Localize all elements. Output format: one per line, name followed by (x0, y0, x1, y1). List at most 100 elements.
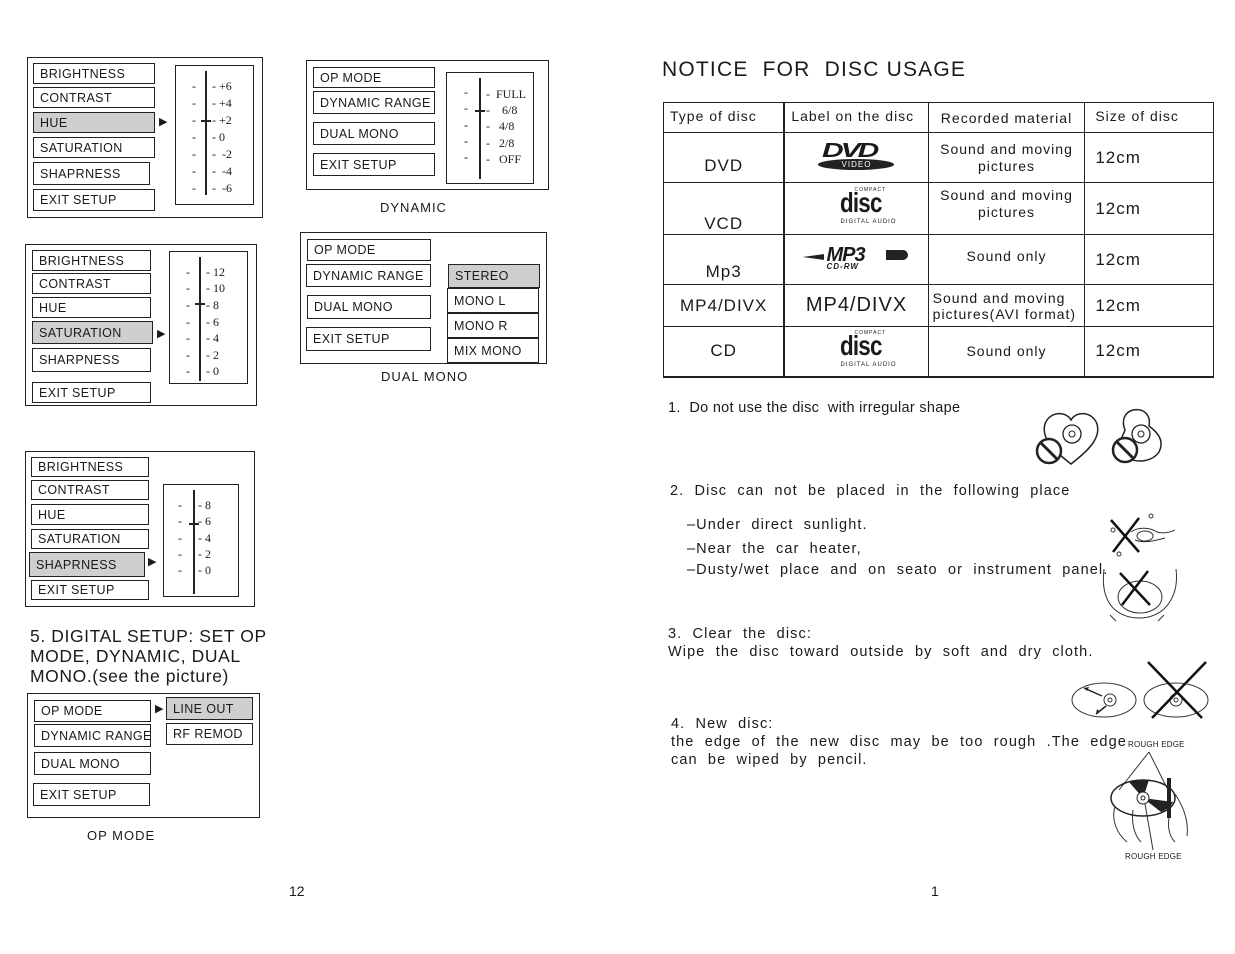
menu-item-saturation[interactable]: SATURATION (33, 137, 155, 158)
menu-item-saturation[interactable]: SATURATION (32, 321, 153, 344)
tick-label: - 10 (206, 281, 225, 295)
dvd-video-logo: DVD VIDEO (783, 132, 929, 183)
tick-label: - 0 (212, 130, 225, 144)
mp4-divx-text: MP4/DIVX (783, 284, 929, 327)
sharpness-slider[interactable]: -- 8 -- 6 -- 4 -- 2 -- 0 (163, 484, 239, 597)
notice-2-item: –Near the car heater, (687, 541, 862, 557)
notice-4-line2: can be wiped by pencil. (671, 752, 868, 768)
menu-item-sharpness[interactable]: SHARPNESS (32, 348, 151, 372)
menu-item-exit-setup[interactable]: EXIT SETUP (33, 783, 150, 806)
notice-2-item: –Under direct sunlight. (687, 517, 868, 533)
hue-slider[interactable]: -- +6 -- +4 -- +2 -- 0 -- -2 -- -4 -- -6 (175, 65, 254, 205)
table-row: CD COMPACT disc DIGITAL AUDIO Sound only… (663, 326, 1214, 377)
notice-3-title: 3. Clear the disc: (668, 626, 812, 642)
op-mode-caption: OP MODE (87, 828, 156, 843)
rough-edge-disc-icon (1110, 751, 1188, 850)
menu-item-saturation[interactable]: SATURATION (31, 529, 149, 549)
disc-size: 12cm (1084, 284, 1214, 327)
menu-item-sharpness[interactable]: SHAPRNESS (29, 552, 145, 577)
menu-item-exit-setup[interactable]: EXIT SETUP (31, 580, 149, 600)
tick-label: - 8 (198, 498, 211, 512)
menu-item-exit-setup[interactable]: EXIT SETUP (313, 153, 435, 176)
disc-size: 12cm (1084, 132, 1214, 183)
option-mono-l[interactable]: MONO L (447, 288, 539, 313)
table-row: DVD DVD VIDEO Sound and moving pictures 1… (663, 132, 1214, 183)
header-cell: Type of disc (663, 102, 785, 133)
menu-item-op-mode[interactable]: OP MODE (34, 700, 151, 722)
tick-label: - 12 (206, 265, 225, 279)
saturation-menu-panel: BRIGHTNESS CONTRAST HUE SATURATION SHARP… (25, 244, 257, 406)
menu-item-brightness[interactable]: BRIGHTNESS (33, 63, 155, 84)
notice-4-line1: the edge of the new disc may be too roug… (671, 734, 1127, 750)
option-stereo[interactable]: STEREO (448, 264, 540, 288)
tick-label: - 2 (198, 547, 211, 561)
disc-type: VCD (663, 182, 785, 235)
menu-item-hue[interactable]: HUE (32, 297, 151, 318)
mp3-cdrw-logo: MP3 CD-RW (783, 234, 929, 285)
tick-label: - 6/8 (486, 103, 518, 117)
dynamic-range-slider[interactable]: -- FULL -- 6/8 -- 4/8 -- 2/8 -- OFF (446, 72, 534, 184)
section-heading: 5. DIGITAL SETUP: SET OP MODE, DYNAMIC, … (30, 626, 267, 686)
notice-1: 1. Do not use the disc with irregular sh… (668, 400, 961, 416)
disc-type: DVD (663, 132, 785, 183)
rough-edge-label-top: ROUGH EDGE (1128, 740, 1185, 749)
saturation-slider-knob[interactable] (195, 303, 205, 305)
menu-item-op-mode[interactable]: OP MODE (313, 67, 435, 88)
recorded-material: Sound and moving pictures (927, 132, 1086, 183)
notice-3-text: Wipe the disc toward outside by soft and… (668, 644, 1094, 660)
tick-label: - OFF (486, 152, 522, 166)
menu-item-exit-setup[interactable]: EXIT SETUP (306, 327, 431, 351)
selection-arrow-icon: ▶ (148, 556, 157, 568)
header-cell: Size of disc (1084, 102, 1214, 133)
dynamic-slider-knob[interactable] (475, 110, 485, 112)
menu-item-brightness[interactable]: BRIGHTNESS (31, 457, 149, 477)
header-cell: Label on the disc (783, 102, 929, 133)
menu-item-hue[interactable]: HUE (31, 504, 149, 525)
menu-item-exit-setup[interactable]: EXIT SETUP (32, 382, 151, 403)
tick-label: - 6 (206, 315, 219, 329)
table-header-row: Type of disc Label on the disc Recorded … (663, 102, 1214, 133)
recorded-material: Sound only (927, 326, 1086, 377)
notice-2-item: –Dusty/wet place and on seato or instrum… (687, 562, 1109, 578)
menu-item-dual-mono[interactable]: DUAL MONO (313, 122, 435, 145)
tick-label: - +6 (212, 79, 232, 93)
menu-item-dynamic-range[interactable]: DYNAMIC RANGE (306, 264, 431, 287)
tick-label: - 8 (206, 298, 219, 312)
hue-slider-knob[interactable] (201, 120, 211, 122)
menu-item-dynamic-range[interactable]: DYNAMIC RANGE (313, 91, 435, 114)
page-number-left: 12 (289, 883, 305, 899)
option-mix-mono[interactable]: MIX MONO (447, 338, 539, 363)
disc-type: CD (663, 326, 785, 377)
wipe-disc-icon (1071, 661, 1209, 719)
menu-item-hue[interactable]: HUE (33, 112, 155, 133)
notice-2: 2. Disc can not be placed in the followi… (670, 483, 1071, 499)
menu-item-op-mode[interactable]: OP MODE (307, 239, 431, 261)
hue-menu-panel: BRIGHTNESS CONTRAST HUE SATURATION SHAPR… (27, 57, 263, 218)
menu-item-contrast[interactable]: CONTRAST (32, 273, 151, 294)
disc-size: 12cm (1084, 234, 1214, 285)
tick-label: - 4 (198, 531, 211, 545)
dual-mono-caption: DUAL MONO (381, 369, 469, 384)
option-mono-r[interactable]: MONO R (447, 313, 539, 338)
option-line-out[interactable]: LINE OUT (166, 697, 253, 720)
tick-label: - 2 (206, 348, 219, 362)
sunlight-prohibited-icon (1110, 513, 1175, 557)
selection-arrow-icon: ▶ (157, 328, 166, 340)
saturation-slider[interactable]: -- 12 -- 10 -- 8 -- 6 -- 4 -- 2 -- 0 (169, 251, 248, 384)
disc-type: Mp3 (663, 234, 785, 285)
recorded-material: Sound and moving pictures (927, 182, 1086, 235)
compact-disc-logo: COMPACT disc DIGITAL AUDIO (783, 182, 929, 235)
menu-item-brightness[interactable]: BRIGHTNESS (32, 250, 151, 271)
recorded-material: Sound only (927, 234, 1086, 285)
tick-label: - +2 (212, 113, 232, 127)
menu-item-exit-setup[interactable]: EXIT SETUP (33, 189, 155, 211)
menu-item-contrast[interactable]: CONTRAST (31, 480, 149, 500)
menu-item-dual-mono[interactable]: DUAL MONO (307, 295, 431, 319)
option-rf-remod[interactable]: RF REMOD (166, 723, 253, 745)
menu-item-dual-mono[interactable]: DUAL MONO (34, 752, 151, 775)
menu-item-contrast[interactable]: CONTRAST (33, 87, 155, 108)
heater-prohibited-icon (1102, 568, 1177, 622)
menu-item-dynamic-range[interactable]: DYNAMIC RANGE (34, 724, 151, 747)
menu-item-sharpness[interactable]: SHAPRNESS (33, 162, 150, 185)
rough-edge-label-bottom: ROUGH EDGE (1125, 852, 1182, 861)
